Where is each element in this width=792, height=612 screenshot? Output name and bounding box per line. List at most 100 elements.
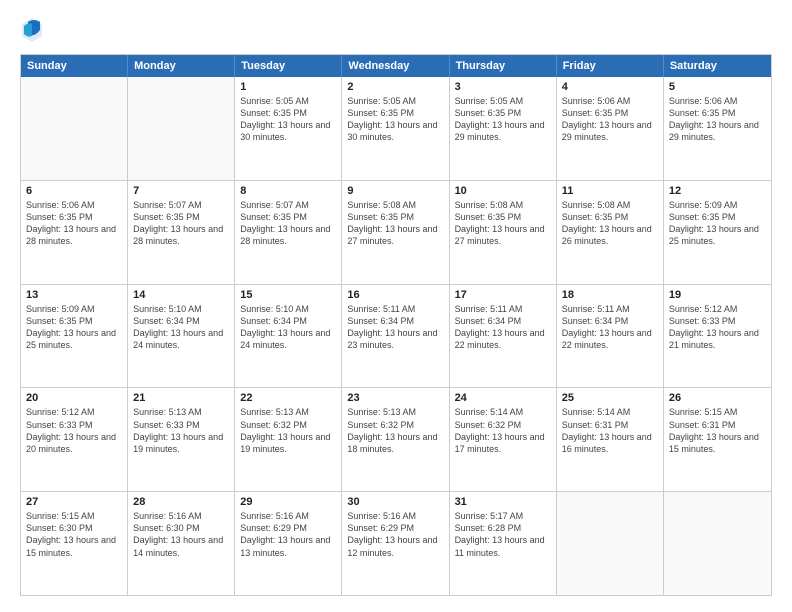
calendar-header-cell: Friday xyxy=(557,55,664,77)
day-number: 28 xyxy=(133,496,229,508)
sunset-text: Sunset: 6:30 PM xyxy=(133,522,229,534)
sunrise-text: Sunrise: 5:17 AM xyxy=(455,510,551,522)
day-number: 5 xyxy=(669,81,766,93)
sunset-text: Sunset: 6:34 PM xyxy=(347,315,443,327)
daylight-text: Daylight: 13 hours and 17 minutes. xyxy=(455,431,551,455)
calendar-cell: 29Sunrise: 5:16 AMSunset: 6:29 PMDayligh… xyxy=(235,492,342,595)
daylight-text: Daylight: 13 hours and 19 minutes. xyxy=(133,431,229,455)
daylight-text: Daylight: 13 hours and 14 minutes. xyxy=(133,534,229,558)
calendar-row: 1Sunrise: 5:05 AMSunset: 6:35 PMDaylight… xyxy=(21,77,771,181)
calendar-cell: 17Sunrise: 5:11 AMSunset: 6:34 PMDayligh… xyxy=(450,285,557,388)
calendar-cell: 16Sunrise: 5:11 AMSunset: 6:34 PMDayligh… xyxy=(342,285,449,388)
sunset-text: Sunset: 6:35 PM xyxy=(669,211,766,223)
sunset-text: Sunset: 6:35 PM xyxy=(133,211,229,223)
sunset-text: Sunset: 6:32 PM xyxy=(455,419,551,431)
sunset-text: Sunset: 6:28 PM xyxy=(455,522,551,534)
calendar-cell: 20Sunrise: 5:12 AMSunset: 6:33 PMDayligh… xyxy=(21,388,128,491)
daylight-text: Daylight: 13 hours and 25 minutes. xyxy=(669,223,766,247)
sunrise-text: Sunrise: 5:14 AM xyxy=(562,406,658,418)
day-number: 22 xyxy=(240,392,336,404)
calendar-cell: 10Sunrise: 5:08 AMSunset: 6:35 PMDayligh… xyxy=(450,181,557,284)
daylight-text: Daylight: 13 hours and 29 minutes. xyxy=(562,119,658,143)
sunset-text: Sunset: 6:35 PM xyxy=(562,107,658,119)
sunset-text: Sunset: 6:33 PM xyxy=(26,419,122,431)
sunset-text: Sunset: 6:34 PM xyxy=(133,315,229,327)
calendar-body: 1Sunrise: 5:05 AMSunset: 6:35 PMDaylight… xyxy=(21,77,771,595)
calendar-header-cell: Sunday xyxy=(21,55,128,77)
sunrise-text: Sunrise: 5:10 AM xyxy=(240,303,336,315)
day-number: 15 xyxy=(240,289,336,301)
sunrise-text: Sunrise: 5:06 AM xyxy=(669,95,766,107)
calendar-header-cell: Monday xyxy=(128,55,235,77)
sunset-text: Sunset: 6:35 PM xyxy=(562,211,658,223)
sunrise-text: Sunrise: 5:16 AM xyxy=(347,510,443,522)
calendar-cell: 11Sunrise: 5:08 AMSunset: 6:35 PMDayligh… xyxy=(557,181,664,284)
logo xyxy=(20,16,48,44)
calendar-cell: 21Sunrise: 5:13 AMSunset: 6:33 PMDayligh… xyxy=(128,388,235,491)
day-number: 21 xyxy=(133,392,229,404)
calendar-header-cell: Tuesday xyxy=(235,55,342,77)
day-number: 8 xyxy=(240,185,336,197)
day-number: 3 xyxy=(455,81,551,93)
sunset-text: Sunset: 6:35 PM xyxy=(455,211,551,223)
sunset-text: Sunset: 6:34 PM xyxy=(240,315,336,327)
calendar-cell: 31 Sunrise: 5:17 AMSunset: 6:28 PMDayligh… xyxy=(450,492,557,595)
calendar-cell: 12Sunrise: 5:09 AMSunset: 6:35 PMDayligh… xyxy=(664,181,771,284)
day-number: 7 xyxy=(133,185,229,197)
sunrise-text: Sunrise: 5:05 AM xyxy=(455,95,551,107)
daylight-text: Daylight: 13 hours and 30 minutes. xyxy=(347,119,443,143)
calendar-cell: 28 Sunrise: 5:16 AMSunset: 6:30 PMDayligh… xyxy=(128,492,235,595)
sunset-text: Sunset: 6:33 PM xyxy=(669,315,766,327)
calendar-cell: 4 Sunrise: 5:06 AMSunset: 6:35 PMDaylight… xyxy=(557,77,664,180)
sunrise-text: Sunrise: 5:11 AM xyxy=(455,303,551,315)
day-number: 13 xyxy=(26,289,122,301)
sunrise-text: Sunrise: 5:13 AM xyxy=(347,406,443,418)
sunrise-text: Sunrise: 5:15 AM xyxy=(26,510,122,522)
calendar-cell xyxy=(21,77,128,180)
logo-icon xyxy=(20,16,44,44)
sunrise-text: Sunrise: 5:11 AM xyxy=(562,303,658,315)
calendar-cell: 6Sunrise: 5:06 AMSunset: 6:35 PMDaylight… xyxy=(21,181,128,284)
calendar-cell: 14Sunrise: 5:10 AMSunset: 6:34 PMDayligh… xyxy=(128,285,235,388)
sunset-text: Sunset: 6:31 PM xyxy=(562,419,658,431)
sunrise-text: Sunrise: 5:07 AM xyxy=(133,199,229,211)
sunrise-text: Sunrise: 5:16 AM xyxy=(133,510,229,522)
day-number: 31 xyxy=(455,496,551,508)
day-number: 10 xyxy=(455,185,551,197)
sunset-text: Sunset: 6:35 PM xyxy=(26,315,122,327)
sunset-text: Sunset: 6:35 PM xyxy=(26,211,122,223)
day-number: 29 xyxy=(240,496,336,508)
calendar-cell: 13Sunrise: 5:09 AMSunset: 6:35 PMDayligh… xyxy=(21,285,128,388)
calendar-cell: 26Sunrise: 5:15 AMSunset: 6:31 PMDayligh… xyxy=(664,388,771,491)
day-number: 18 xyxy=(562,289,658,301)
sunset-text: Sunset: 6:34 PM xyxy=(562,315,658,327)
daylight-text: Daylight: 13 hours and 30 minutes. xyxy=(240,119,336,143)
daylight-text: Daylight: 13 hours and 24 minutes. xyxy=(133,327,229,351)
sunrise-text: Sunrise: 5:10 AM xyxy=(133,303,229,315)
daylight-text: Daylight: 13 hours and 27 minutes. xyxy=(455,223,551,247)
daylight-text: Daylight: 13 hours and 11 minutes. xyxy=(455,534,551,558)
daylight-text: Daylight: 13 hours and 15 minutes. xyxy=(26,534,122,558)
sunset-text: Sunset: 6:35 PM xyxy=(347,211,443,223)
daylight-text: Daylight: 13 hours and 28 minutes. xyxy=(240,223,336,247)
calendar-header-cell: Thursday xyxy=(450,55,557,77)
calendar-cell: 30Sunrise: 5:16 AMSunset: 6:29 PMDayligh… xyxy=(342,492,449,595)
daylight-text: Daylight: 13 hours and 29 minutes. xyxy=(669,119,766,143)
daylight-text: Daylight: 13 hours and 26 minutes. xyxy=(562,223,658,247)
daylight-text: Daylight: 13 hours and 24 minutes. xyxy=(240,327,336,351)
sunrise-text: Sunrise: 5:08 AM xyxy=(562,199,658,211)
sunset-text: Sunset: 6:32 PM xyxy=(347,419,443,431)
sunrise-text: Sunrise: 5:06 AM xyxy=(562,95,658,107)
calendar-cell: 8Sunrise: 5:07 AMSunset: 6:35 PMDaylight… xyxy=(235,181,342,284)
daylight-text: Daylight: 13 hours and 23 minutes. xyxy=(347,327,443,351)
calendar-row: 13Sunrise: 5:09 AMSunset: 6:35 PMDayligh… xyxy=(21,285,771,389)
daylight-text: Daylight: 13 hours and 21 minutes. xyxy=(669,327,766,351)
calendar-cell: 23Sunrise: 5:13 AMSunset: 6:32 PMDayligh… xyxy=(342,388,449,491)
header xyxy=(20,16,772,44)
calendar-cell: 1Sunrise: 5:05 AMSunset: 6:35 PMDaylight… xyxy=(235,77,342,180)
day-number: 1 xyxy=(240,81,336,93)
calendar-cell: 15 Sunrise: 5:10 AMSunset: 6:34 PMDayligh… xyxy=(235,285,342,388)
day-number: 4 xyxy=(562,81,658,93)
sunrise-text: Sunrise: 5:15 AM xyxy=(669,406,766,418)
sunrise-text: Sunrise: 5:13 AM xyxy=(240,406,336,418)
